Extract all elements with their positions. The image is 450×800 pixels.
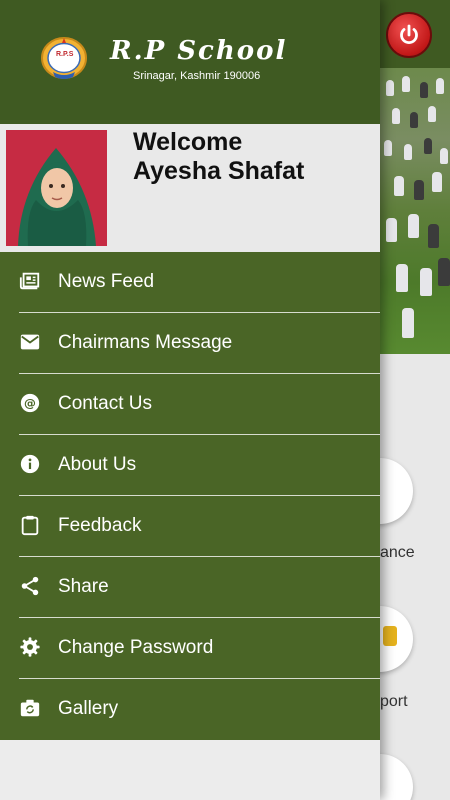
student-photo [6,130,107,246]
menu-label-about-us: About Us [58,454,137,475]
power-icon [400,24,418,44]
menu-label-contact-us: Contact Us [58,393,152,414]
transport-label: port [380,693,408,710]
share-icon [21,576,39,596]
menu-label-feedback: Feedback [58,515,142,536]
at-icon: @ [20,393,40,413]
camera-switch-icon [20,699,40,717]
avatar[interactable] [6,130,107,246]
mail-icon [20,334,40,350]
dashboard-grid: ance port [347,354,450,800]
menu-item-feedback[interactable]: Feedback [0,496,380,557]
school-name: R.P School [110,36,288,66]
menu-item-gallery[interactable]: Gallery [0,679,380,740]
welcome-block: Welcome Ayesha Shafat [133,128,304,186]
menu-label-change-password: Change Password [58,637,214,658]
gear-icon [20,637,40,657]
menu-label-news-feed: News Feed [58,271,155,292]
menu-item-change-password[interactable]: Change Password [0,618,380,679]
drawer-footer [0,740,380,800]
logo-text: R.P.S [56,51,74,58]
clipboard-icon [21,515,39,536]
menu-label-gallery: Gallery [58,698,119,719]
attendance-label: ance [380,544,415,561]
banner-photo [380,68,450,354]
profile-section: Welcome Ayesha Shafat [0,124,380,252]
menu-item-chairmans-message[interactable]: Chairmans Message [0,313,380,374]
drawer-menu: News Feed Chairmans Message @ Contact Us [0,252,380,740]
menu-item-share[interactable]: Share [0,557,380,618]
menu-item-contact-us[interactable]: @ Contact Us [0,374,380,435]
school-address: Srinagar, Kashmir 190006 [133,70,261,82]
newspaper-icon [19,272,40,290]
menu-item-news-feed[interactable]: News Feed [0,252,380,313]
svg-text:@: @ [24,396,36,410]
welcome-label: Welcome [133,128,243,156]
menu-item-about-us[interactable]: About Us [0,435,380,496]
logout-power-button[interactable] [386,12,432,58]
info-icon [20,454,40,474]
drawer-header: R.P.S R.P School Srinagar, Kashmir 19000… [0,0,380,124]
navigation-drawer: R.P.S R.P School Srinagar, Kashmir 19000… [0,0,380,800]
user-name: Ayesha Shafat [133,157,305,185]
bus-icon [383,626,397,646]
menu-label-chairmans-message: Chairmans Message [58,332,233,353]
menu-label-share: Share [58,576,109,597]
